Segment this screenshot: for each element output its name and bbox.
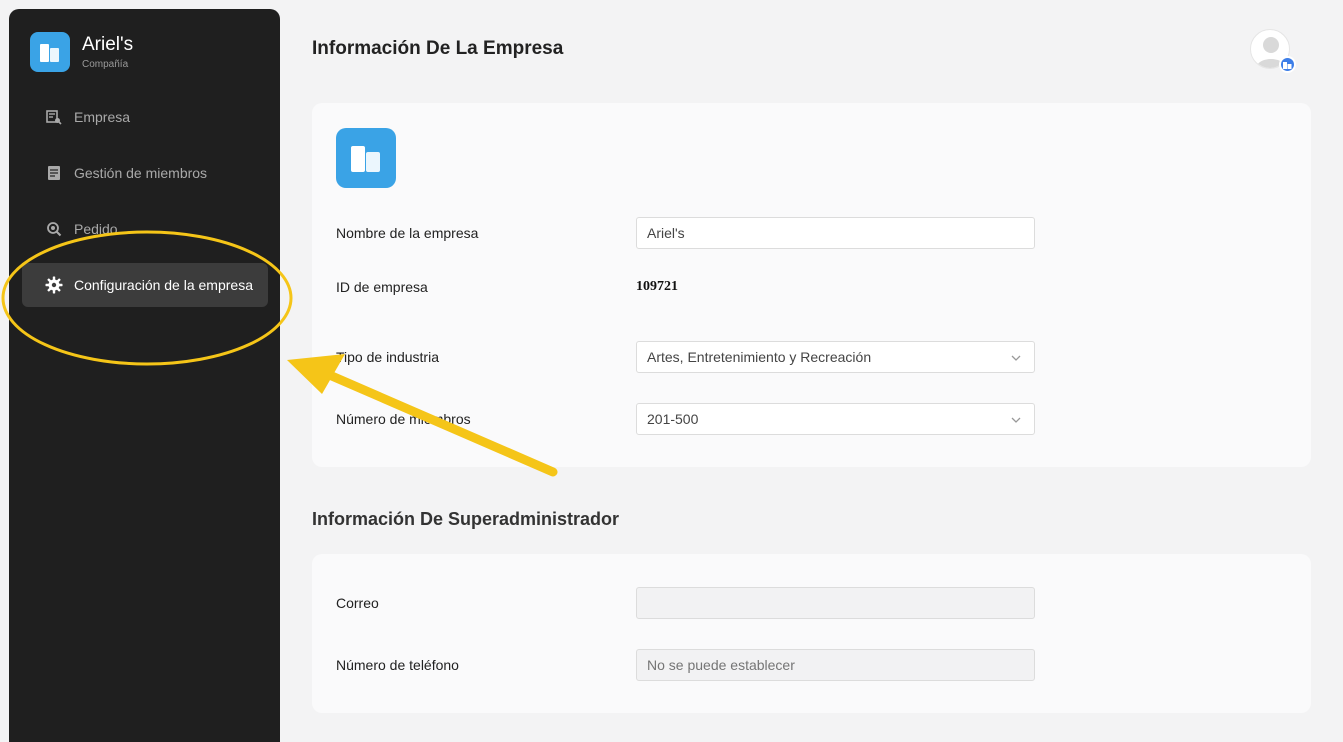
sidebar-item-configuracion[interactable]: Configuración de la empresa	[22, 263, 268, 307]
members-label: Número de miembros	[336, 411, 471, 427]
email-label: Correo	[336, 595, 379, 611]
company-info-card: Nombre de la empresa ID de empresa 10972…	[312, 103, 1311, 467]
industry-select[interactable]: Artes, Entretenimiento y Recreación	[636, 341, 1035, 373]
building-icon	[351, 146, 380, 172]
member-list-icon	[44, 163, 64, 183]
superadmin-section-title: Información De Superadministrador	[312, 509, 620, 529]
sidebar-item-label: Gestión de miembros	[74, 165, 208, 181]
superadmin-card: Correo Número de teléfono	[312, 554, 1311, 713]
chevron-down-icon	[1011, 355, 1021, 361]
sidebar-item-gestion-miembros[interactable]: Gestión de miembros	[22, 151, 268, 195]
industry-select-value: Artes, Entretenimiento y Recreación	[647, 349, 872, 365]
brand-subtitle: Compañía	[82, 59, 129, 70]
company-name-label: Nombre de la empresa	[336, 225, 479, 241]
members-select-value: 201-500	[647, 411, 699, 427]
members-select[interactable]: 201-500	[636, 403, 1035, 435]
company-name-input[interactable]	[636, 217, 1035, 249]
phone-label: Número de teléfono	[336, 657, 459, 673]
email-field[interactable]	[636, 587, 1035, 619]
sidebar-item-empresa[interactable]: Empresa	[22, 95, 268, 139]
industry-label: Tipo de industria	[336, 349, 439, 365]
brand-name: Ariel's	[82, 34, 134, 55]
order-search-icon	[44, 219, 64, 239]
sidebar-item-pedido[interactable]: Pedido	[22, 207, 268, 251]
building-icon	[30, 32, 70, 72]
sidebar-item-label: Configuración de la empresa	[74, 277, 253, 293]
sidebar-nav: Empresa Gestión de miembros Pedido Confi…	[22, 95, 268, 319]
brand[interactable]: Ariel's Compañía	[30, 32, 133, 72]
company-badge-icon	[1279, 56, 1296, 73]
phone-field[interactable]	[636, 649, 1035, 681]
sidebar: Ariel's Compañía Empresa Gestión de miem…	[9, 9, 280, 742]
sidebar-item-label: Pedido	[74, 221, 118, 237]
chevron-down-icon	[1011, 417, 1021, 423]
company-search-icon	[44, 107, 64, 127]
company-logo[interactable]	[336, 128, 396, 188]
sidebar-item-label: Empresa	[74, 109, 131, 125]
company-id-value: 109721	[636, 279, 678, 294]
company-id-label: ID de empresa	[336, 279, 428, 295]
gear-icon	[44, 275, 64, 295]
page-title: Información De La Empresa	[312, 38, 564, 59]
